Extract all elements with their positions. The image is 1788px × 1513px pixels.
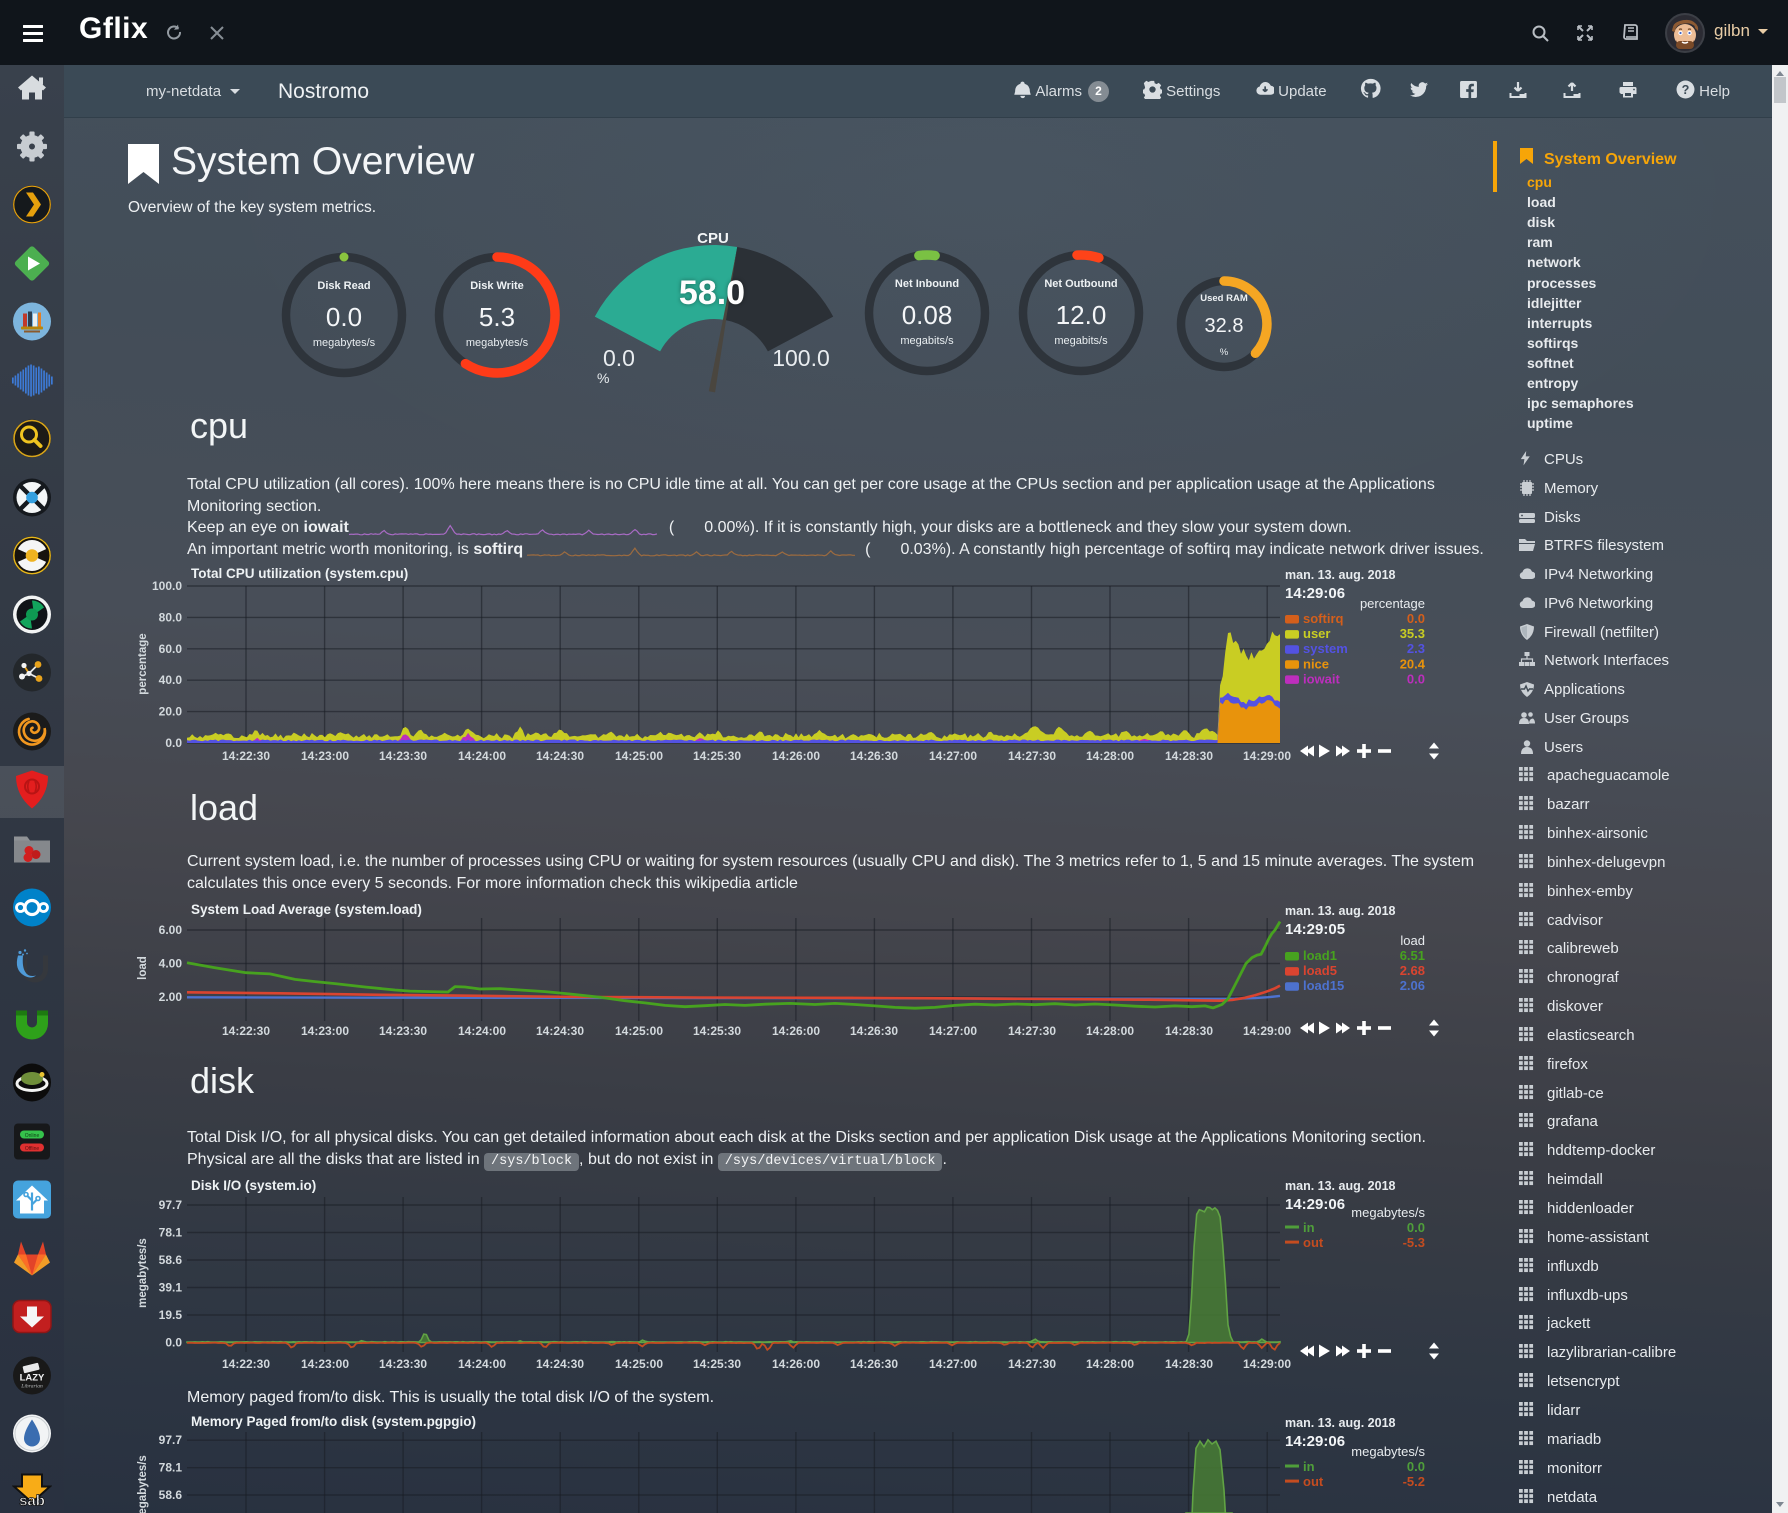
svg-text:?: ? [1682,83,1690,97]
svg-text:sab: sab [19,1492,45,1509]
svg-text:58.0: 58.0 [679,274,745,312]
svg-text:%: % [597,370,609,386]
svg-text:LAZY: LAZY [20,1372,45,1383]
svg-text:CPU: CPU [697,230,729,247]
svg-text:Librarian: Librarian [20,1383,43,1389]
svg-text:100.0: 100.0 [772,345,830,371]
svg-text:Offline: Offline [25,1146,40,1152]
svg-text:Online: Online [25,1133,40,1139]
svg-text:0.0: 0.0 [603,345,635,371]
